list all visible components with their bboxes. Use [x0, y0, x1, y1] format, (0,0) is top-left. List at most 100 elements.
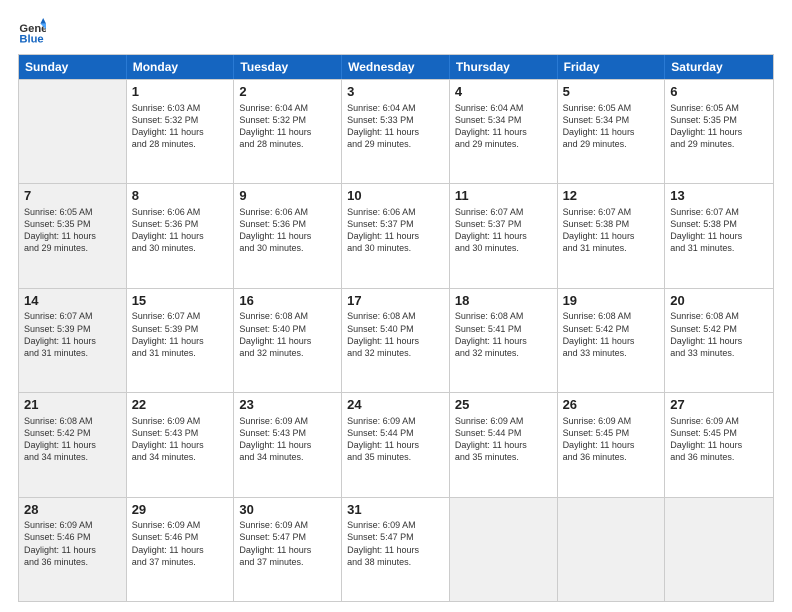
day-number: 15	[132, 293, 229, 309]
day-number: 10	[347, 188, 444, 204]
cell-info-line: and 31 minutes.	[563, 242, 660, 254]
cell-info-line: Sunrise: 6:03 AM	[132, 102, 229, 114]
day-cell-29: 29Sunrise: 6:09 AMSunset: 5:46 PMDayligh…	[127, 498, 235, 601]
cell-info-line: Daylight: 11 hours	[24, 335, 121, 347]
cell-info-line: Daylight: 11 hours	[563, 335, 660, 347]
cell-info-line: and 32 minutes.	[455, 347, 552, 359]
day-cell-empty	[665, 498, 773, 601]
cell-info-line: Sunrise: 6:05 AM	[563, 102, 660, 114]
day-number: 21	[24, 397, 121, 413]
day-cell-30: 30Sunrise: 6:09 AMSunset: 5:47 PMDayligh…	[234, 498, 342, 601]
cell-info-line: Sunset: 5:35 PM	[670, 114, 768, 126]
cell-info-line: Daylight: 11 hours	[24, 544, 121, 556]
cell-info-line: Sunset: 5:40 PM	[239, 323, 336, 335]
cell-info-line: Daylight: 11 hours	[132, 439, 229, 451]
cell-info-line: Sunrise: 6:06 AM	[239, 206, 336, 218]
cell-info-line: and 33 minutes.	[670, 347, 768, 359]
calendar: SundayMondayTuesdayWednesdayThursdayFrid…	[18, 54, 774, 602]
day-number: 20	[670, 293, 768, 309]
day-cell-4: 4Sunrise: 6:04 AMSunset: 5:34 PMDaylight…	[450, 80, 558, 183]
cell-info-line: Sunset: 5:43 PM	[132, 427, 229, 439]
day-cell-15: 15Sunrise: 6:07 AMSunset: 5:39 PMDayligh…	[127, 289, 235, 392]
cell-info-line: Daylight: 11 hours	[132, 230, 229, 242]
weekday-header-friday: Friday	[558, 55, 666, 79]
cell-info-line: Sunset: 5:42 PM	[24, 427, 121, 439]
day-cell-9: 9Sunrise: 6:06 AMSunset: 5:36 PMDaylight…	[234, 184, 342, 287]
cell-info-line: Sunrise: 6:08 AM	[455, 310, 552, 322]
cell-info-line: Daylight: 11 hours	[347, 230, 444, 242]
day-cell-10: 10 Sunrise: 6:06 AMSunset: 5:37 PMDayligh…	[342, 184, 450, 287]
cell-info-line: Daylight: 11 hours	[239, 126, 336, 138]
cell-info-line: and 30 minutes.	[132, 242, 229, 254]
cell-info-line: Daylight: 11 hours	[455, 439, 552, 451]
day-cell-25: 25Sunrise: 6:09 AMSunset: 5:44 PMDayligh…	[450, 393, 558, 496]
logo: General Blue	[18, 18, 50, 46]
day-cell-19: 19Sunrise: 6:08 AMSunset: 5:42 PMDayligh…	[558, 289, 666, 392]
cell-info-line: Daylight: 11 hours	[132, 544, 229, 556]
cell-info-line: Sunset: 5:35 PM	[24, 218, 121, 230]
weekday-header-tuesday: Tuesday	[234, 55, 342, 79]
cell-info-line: and 37 minutes.	[132, 556, 229, 568]
cell-info-line: Sunrise: 6:07 AM	[670, 206, 768, 218]
cell-info-line: and 38 minutes.	[347, 556, 444, 568]
cell-info-line: and 29 minutes.	[455, 138, 552, 150]
cell-info-line: Sunset: 5:42 PM	[670, 323, 768, 335]
cell-info-line: Daylight: 11 hours	[24, 230, 121, 242]
cell-info-line: and 29 minutes.	[347, 138, 444, 150]
cell-info-line: and 35 minutes.	[455, 451, 552, 463]
day-cell-empty	[19, 80, 127, 183]
calendar-row-2: 14Sunrise: 6:07 AMSunset: 5:39 PMDayligh…	[19, 288, 773, 392]
cell-info-line: Sunrise: 6:05 AM	[670, 102, 768, 114]
cell-info-line: Sunrise: 6:08 AM	[563, 310, 660, 322]
day-cell-21: 21Sunrise: 6:08 AMSunset: 5:42 PMDayligh…	[19, 393, 127, 496]
cell-info-line: Sunrise: 6:09 AM	[670, 415, 768, 427]
cell-info-line: Sunset: 5:34 PM	[455, 114, 552, 126]
cell-info-line: Sunset: 5:40 PM	[347, 323, 444, 335]
cell-info-line: Sunset: 5:44 PM	[455, 427, 552, 439]
day-cell-6: 6 Sunrise: 6:05 AMSunset: 5:35 PMDaylight…	[665, 80, 773, 183]
cell-info-line: Daylight: 11 hours	[670, 126, 768, 138]
cell-info-line: and 37 minutes.	[239, 556, 336, 568]
day-cell-8: 8Sunrise: 6:06 AMSunset: 5:36 PMDaylight…	[127, 184, 235, 287]
weekday-header-thursday: Thursday	[450, 55, 558, 79]
day-cell-23: 23Sunrise: 6:09 AMSunset: 5:43 PMDayligh…	[234, 393, 342, 496]
day-number: 28	[24, 502, 121, 518]
cell-info-line: Sunrise: 6:04 AM	[455, 102, 552, 114]
cell-info-line: Daylight: 11 hours	[347, 439, 444, 451]
cell-info-line: Sunrise: 6:04 AM	[239, 102, 336, 114]
day-number: 5	[563, 84, 660, 100]
cell-info-line: Sunrise: 6:09 AM	[132, 519, 229, 531]
calendar-body: 1Sunrise: 6:03 AMSunset: 5:32 PMDaylight…	[19, 79, 773, 601]
header: General Blue	[18, 18, 774, 46]
cell-info-line: and 36 minutes.	[563, 451, 660, 463]
day-cell-20: 20Sunrise: 6:08 AMSunset: 5:42 PMDayligh…	[665, 289, 773, 392]
cell-info-line: and 34 minutes.	[24, 451, 121, 463]
cell-info-line: Sunset: 5:37 PM	[347, 218, 444, 230]
cell-info-line: Daylight: 11 hours	[563, 126, 660, 138]
cell-info-line: Sunset: 5:33 PM	[347, 114, 444, 126]
cell-info-line: Daylight: 11 hours	[455, 335, 552, 347]
cell-info-line: Sunrise: 6:06 AM	[347, 206, 444, 218]
day-number: 3	[347, 84, 444, 100]
cell-info-line: Daylight: 11 hours	[239, 439, 336, 451]
cell-info-line: Sunset: 5:32 PM	[239, 114, 336, 126]
cell-info-line: and 36 minutes.	[24, 556, 121, 568]
day-number: 30	[239, 502, 336, 518]
cell-info-line: Daylight: 11 hours	[455, 230, 552, 242]
day-cell-5: 5Sunrise: 6:05 AMSunset: 5:34 PMDaylight…	[558, 80, 666, 183]
cell-info-line: and 34 minutes.	[132, 451, 229, 463]
cell-info-line: and 32 minutes.	[239, 347, 336, 359]
cell-info-line: Daylight: 11 hours	[563, 230, 660, 242]
day-cell-16: 16Sunrise: 6:08 AMSunset: 5:40 PMDayligh…	[234, 289, 342, 392]
cell-info-line: Daylight: 11 hours	[239, 230, 336, 242]
day-cell-12: 12Sunrise: 6:07 AMSunset: 5:38 PMDayligh…	[558, 184, 666, 287]
cell-info-line: Sunset: 5:38 PM	[670, 218, 768, 230]
day-number: 18	[455, 293, 552, 309]
svg-text:Blue: Blue	[19, 34, 43, 46]
cell-info-line: Daylight: 11 hours	[24, 439, 121, 451]
day-cell-2: 2Sunrise: 6:04 AMSunset: 5:32 PMDaylight…	[234, 80, 342, 183]
day-number: 14	[24, 293, 121, 309]
day-number: 6	[670, 84, 768, 100]
cell-info-line: Daylight: 11 hours	[132, 126, 229, 138]
cell-info-line: and 30 minutes.	[455, 242, 552, 254]
